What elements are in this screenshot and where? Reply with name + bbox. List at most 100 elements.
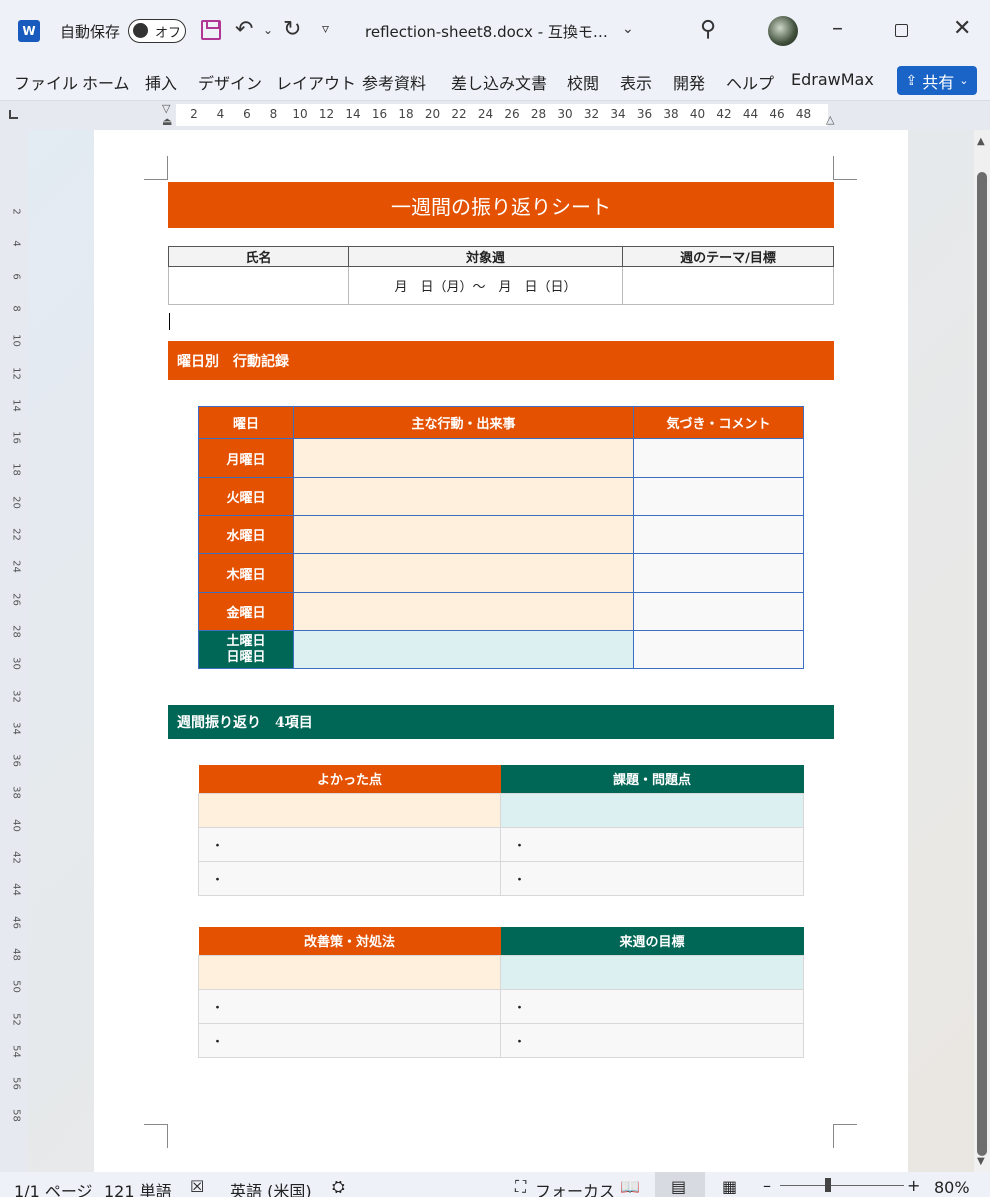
review-bullet-cell[interactable]: ・ bbox=[500, 826, 804, 862]
activity-cell[interactable] bbox=[293, 438, 634, 478]
vruler-mark: 18 bbox=[10, 463, 22, 477]
vruler-mark: 54 bbox=[10, 1044, 22, 1058]
zoom-out-icon[interactable]: – bbox=[763, 1176, 771, 1195]
review-bullet-cell[interactable]: ・ bbox=[500, 988, 804, 1024]
undo-dropdown-icon[interactable]: ⌄ bbox=[263, 24, 273, 36]
ruler-mark: 24 bbox=[477, 107, 494, 121]
info-cell-name[interactable] bbox=[168, 266, 349, 305]
review-bullet-cell[interactable]: ・ bbox=[198, 1022, 501, 1058]
zoom-slider[interactable] bbox=[780, 1185, 904, 1186]
save-icon[interactable] bbox=[201, 20, 221, 40]
zoom-slider-thumb[interactable] bbox=[825, 1178, 831, 1192]
activity-cell[interactable] bbox=[293, 630, 634, 669]
language-indicator[interactable]: 英語 (米国) bbox=[230, 1178, 312, 1197]
share-label: 共有 bbox=[922, 72, 955, 92]
vruler-mark: 12 bbox=[10, 366, 22, 380]
user-avatar[interactable] bbox=[768, 16, 798, 46]
ruler-mark: 38 bbox=[663, 107, 679, 121]
day-label: 木曜日 bbox=[198, 553, 294, 593]
review-bullet-cell[interactable]: ・ bbox=[500, 1022, 804, 1058]
vruler-mark: 14 bbox=[10, 398, 22, 412]
tab-developer[interactable]: 開発 bbox=[673, 70, 705, 94]
tab-review[interactable]: 校閲 bbox=[567, 70, 599, 94]
review-bullet-cell[interactable]: ・ bbox=[198, 860, 501, 896]
zoom-level[interactable]: 80% bbox=[934, 1178, 970, 1197]
proofing-icon[interactable]: ☒ bbox=[190, 1177, 204, 1196]
focus-mode[interactable]: フォーカス bbox=[535, 1178, 615, 1197]
zoom-in-icon[interactable]: + bbox=[907, 1176, 920, 1195]
ruler-mark: 26 bbox=[504, 107, 520, 121]
accessibility-icon[interactable]: ⛭ bbox=[332, 1177, 345, 1197]
tab-home[interactable]: ホーム bbox=[82, 70, 130, 94]
ruler-mark: 16 bbox=[371, 107, 388, 121]
chevron-down-icon[interactable]: ⌄ bbox=[622, 22, 634, 36]
customize-toolbar-icon[interactable]: ▿ bbox=[322, 22, 329, 36]
review-issue-header: 課題・問題点 bbox=[500, 765, 804, 793]
review-bullet-cell[interactable]: ・ bbox=[198, 988, 501, 1024]
tab-design[interactable]: デザイン bbox=[198, 70, 262, 94]
vruler-mark: 4 bbox=[10, 240, 22, 247]
review-good-header: よかった点 bbox=[198, 765, 501, 793]
vruler-mark: 20 bbox=[10, 495, 22, 509]
document-filename[interactable]: reflection-sheet8.docx - 互換モ… bbox=[365, 21, 608, 42]
close-icon[interactable]: ✕ bbox=[953, 18, 971, 40]
right-indent-icon[interactable]: △ bbox=[826, 113, 834, 126]
toggle-knob bbox=[133, 23, 148, 38]
comment-cell[interactable] bbox=[633, 477, 804, 516]
comment-cell[interactable] bbox=[633, 438, 804, 478]
minimize-icon[interactable]: – bbox=[832, 18, 843, 40]
review-bullet-cell[interactable]: ・ bbox=[198, 826, 501, 862]
read-mode-icon[interactable]: 📖 bbox=[620, 1177, 640, 1196]
ruler-mark: 28 bbox=[530, 107, 547, 121]
comment-cell[interactable] bbox=[633, 592, 804, 631]
search-icon[interactable]: ⚲ bbox=[700, 19, 716, 41]
review-nextgoal-header: 来週の目標 bbox=[500, 927, 804, 955]
ruler-mark: 10 bbox=[292, 107, 308, 121]
info-header-week: 対象週 bbox=[348, 246, 623, 267]
scrollbar-thumb[interactable] bbox=[977, 172, 987, 1156]
review-table-1: よかった点 課題・問題点 ・ ・ ・ ・ bbox=[198, 765, 804, 896]
info-cell-theme[interactable] bbox=[622, 266, 834, 305]
tab-view[interactable]: 表示 bbox=[620, 70, 652, 94]
review-cell[interactable] bbox=[198, 954, 501, 990]
review-cell[interactable] bbox=[500, 954, 804, 990]
maximize-icon[interactable] bbox=[895, 24, 908, 37]
activity-cell[interactable] bbox=[293, 553, 634, 593]
activity-cell[interactable] bbox=[293, 592, 634, 631]
activity-cell[interactable] bbox=[293, 515, 634, 554]
tab-references[interactable]: 参考資料 bbox=[362, 70, 426, 94]
ruler-mark: 6 bbox=[243, 107, 251, 121]
focus-icon[interactable]: ⛶ bbox=[515, 1177, 526, 1197]
review-cell[interactable] bbox=[500, 792, 804, 828]
comment-cell[interactable] bbox=[633, 515, 804, 554]
scroll-up-icon[interactable]: ▲ bbox=[977, 136, 985, 147]
tab-layout[interactable]: レイアウト bbox=[276, 70, 356, 94]
review-cell[interactable] bbox=[198, 792, 501, 828]
ruler-mark: 46 bbox=[769, 107, 785, 121]
tab-selector-icon[interactable] bbox=[9, 110, 18, 119]
vruler-mark: 46 bbox=[10, 915, 22, 929]
info-cell-week[interactable]: 月 日（月）～ 月 日（日） bbox=[348, 266, 623, 305]
tab-mailings[interactable]: 差し込み文書 bbox=[451, 70, 547, 94]
activity-cell[interactable] bbox=[293, 477, 634, 516]
comment-cell[interactable] bbox=[633, 630, 804, 669]
page-count[interactable]: 1/1 ページ bbox=[14, 1178, 93, 1197]
left-indent-icon[interactable]: ⏏ bbox=[162, 115, 172, 128]
comment-cell[interactable] bbox=[633, 553, 804, 593]
redo-icon[interactable]: ↻ bbox=[283, 19, 301, 41]
word-count[interactable]: 121 単語 bbox=[104, 1178, 172, 1197]
tab-insert[interactable]: 挿入 bbox=[145, 70, 177, 94]
autosave-toggle[interactable]: オフ bbox=[128, 19, 186, 43]
day-label-saturday: 土曜日 bbox=[226, 633, 266, 649]
first-line-indent-icon[interactable]: ▽ bbox=[162, 102, 170, 115]
tab-file[interactable]: ファイル bbox=[14, 70, 78, 94]
web-layout-icon[interactable]: ▦ bbox=[722, 1177, 737, 1196]
tab-help[interactable]: ヘルプ bbox=[726, 70, 774, 94]
share-button[interactable]: ⇪ 共有 ⌄ bbox=[897, 66, 977, 95]
undo-icon[interactable]: ↶ bbox=[235, 19, 253, 41]
scroll-down-icon[interactable]: ▼ bbox=[977, 1156, 985, 1167]
tab-edrawmax[interactable]: EdrawMax bbox=[791, 70, 874, 89]
print-layout-icon[interactable]: ▤ bbox=[671, 1177, 686, 1196]
review-bullet-cell[interactable]: ・ bbox=[500, 860, 804, 896]
vruler-mark: 30 bbox=[10, 657, 22, 671]
